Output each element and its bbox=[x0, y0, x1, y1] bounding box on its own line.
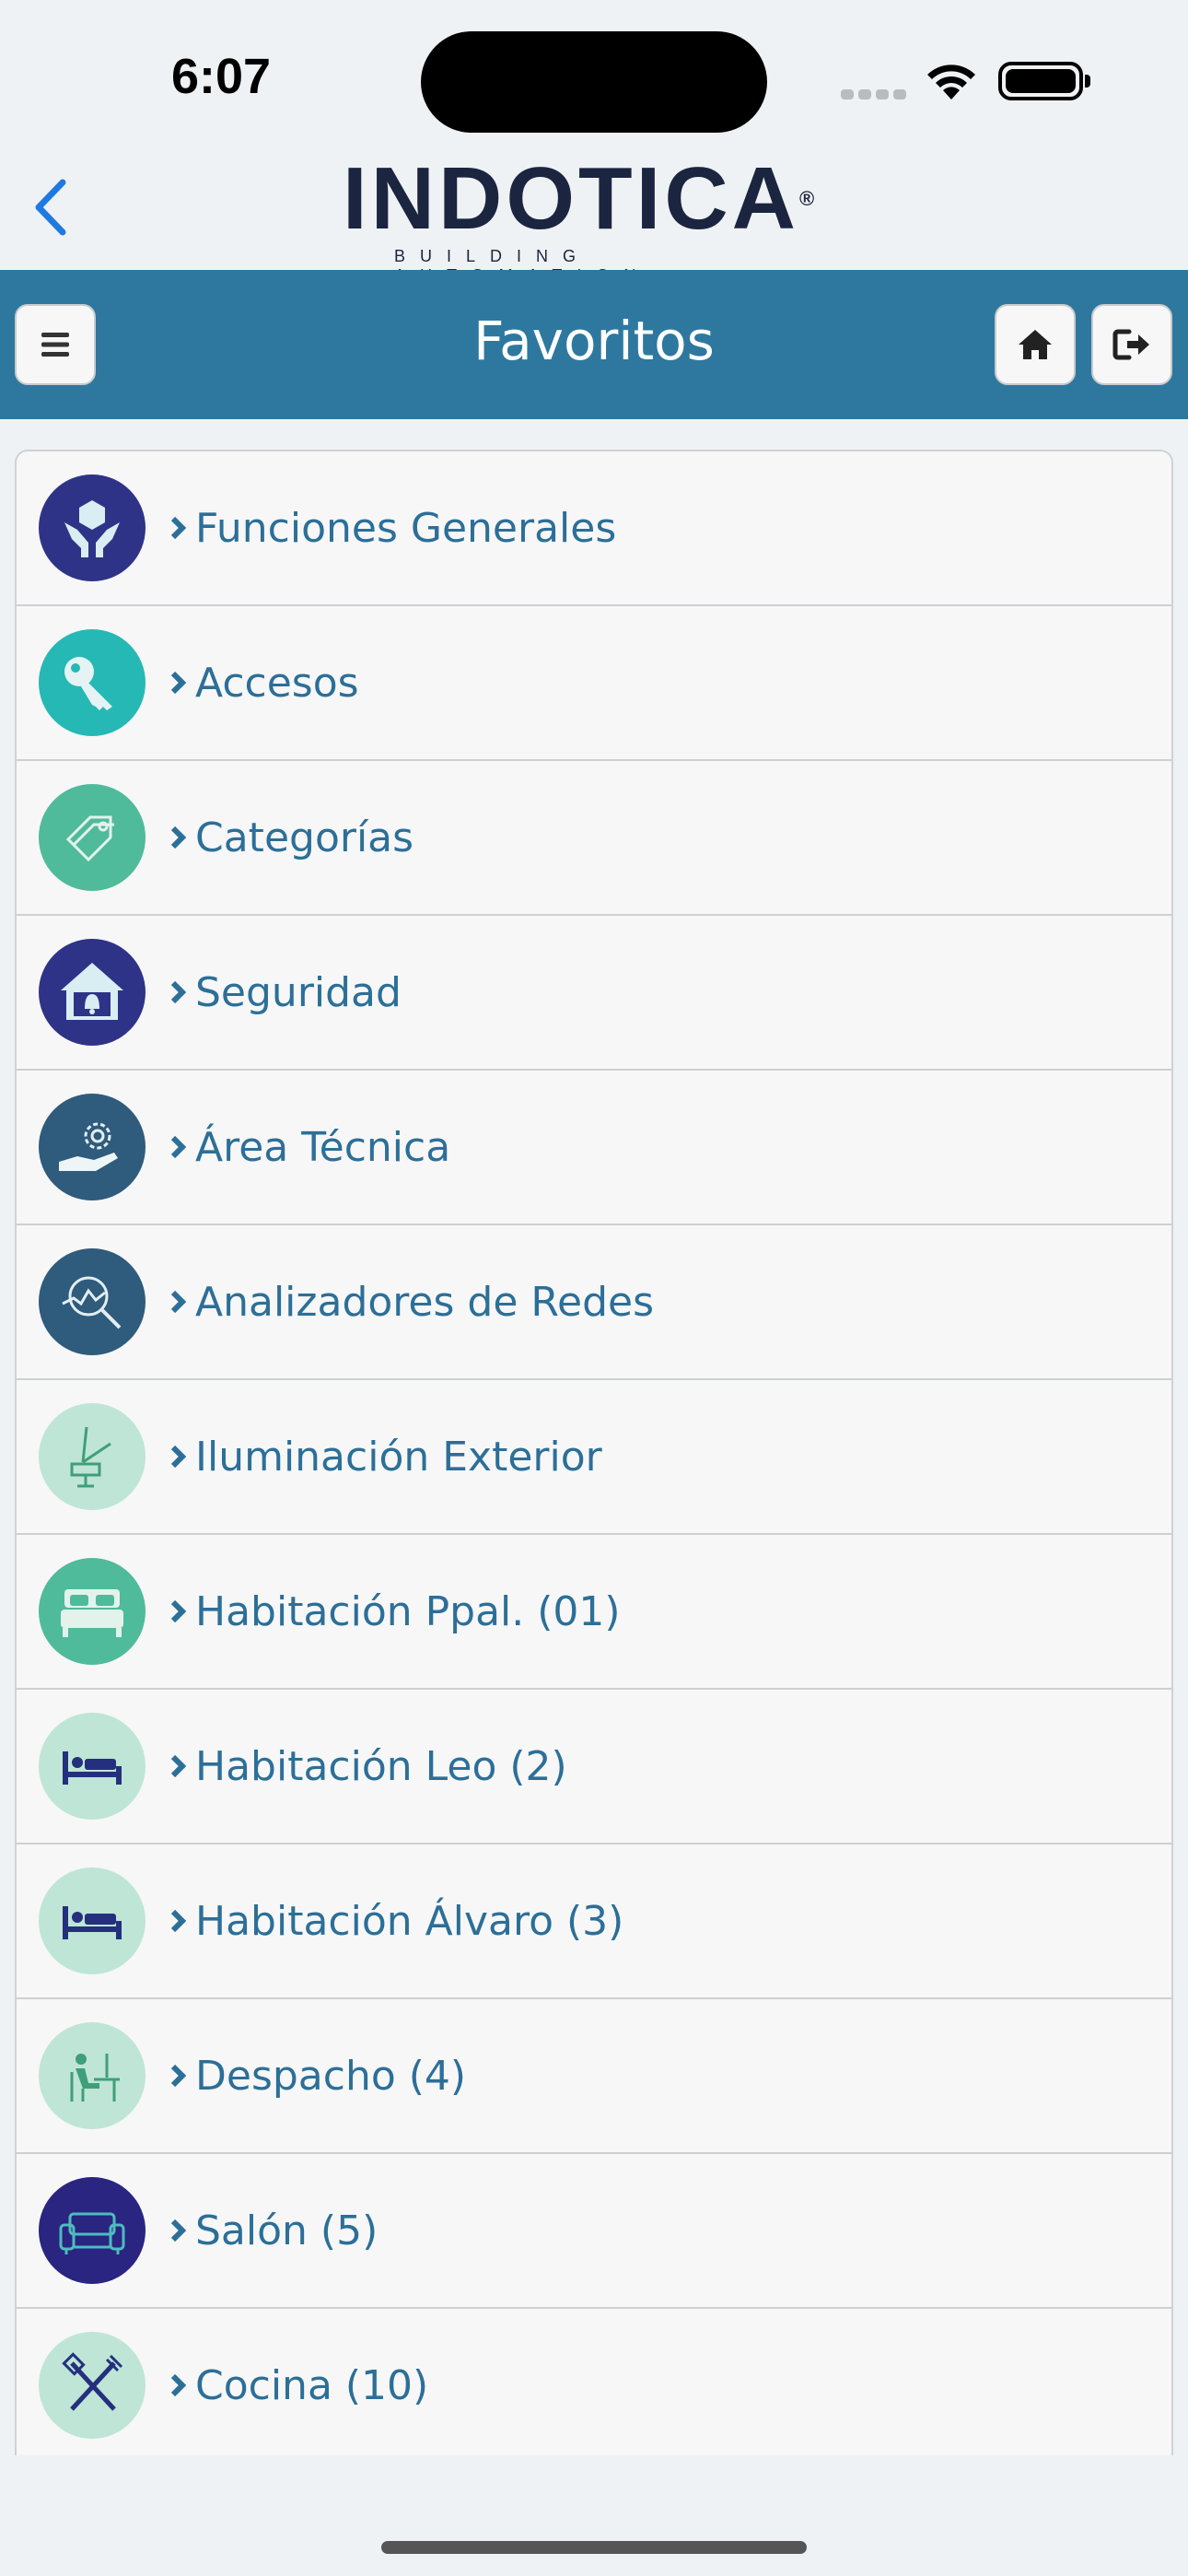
list-item-icon-circle bbox=[39, 784, 146, 891]
chevron-right-icon bbox=[170, 980, 186, 1004]
tags-icon bbox=[65, 815, 114, 862]
chevron-right-icon bbox=[170, 1754, 186, 1778]
list-item-label: Iluminación Exterior bbox=[195, 1433, 602, 1481]
list-item-label: Funciones Generales bbox=[195, 504, 617, 552]
house-bell-icon bbox=[61, 963, 123, 1020]
chevron-right-icon bbox=[170, 1909, 186, 1933]
list-item-habitacion-leo[interactable]: Habitación Leo (2) bbox=[17, 1690, 1171, 1844]
list-item-label: Habitación Ppal. (01) bbox=[195, 1587, 621, 1635]
list-item-accesos[interactable]: Accesos bbox=[17, 606, 1171, 761]
list-item-icon-circle bbox=[39, 474, 146, 581]
wifi-icon bbox=[927, 64, 975, 100]
list-item-label: Accesos bbox=[195, 659, 359, 707]
chevron-right-icon bbox=[170, 1445, 186, 1469]
chevron-right-icon bbox=[170, 2219, 186, 2242]
list-item-funciones-generales[interactable]: Funciones Generales bbox=[17, 451, 1171, 606]
logout-button[interactable] bbox=[1091, 304, 1172, 385]
favorites-list: Funciones Generales Accesos Categorías S… bbox=[15, 450, 1173, 2455]
logo-registered-mark: ® bbox=[798, 187, 819, 210]
chevron-right-icon bbox=[170, 1135, 186, 1159]
gear-hand-icon bbox=[59, 1122, 118, 1171]
key-icon bbox=[64, 657, 112, 710]
list-item-icon-circle bbox=[39, 1558, 146, 1665]
chevron-right-icon bbox=[170, 2064, 186, 2088]
home-indicator[interactable] bbox=[381, 2541, 807, 2554]
office-desk-icon bbox=[70, 2054, 120, 2102]
battery-icon bbox=[998, 62, 1090, 100]
chevron-right-icon bbox=[170, 1290, 186, 1314]
chevron-right-icon bbox=[170, 671, 186, 695]
list-item-icon-circle bbox=[39, 1713, 146, 1820]
list-item-categorias[interactable]: Categorías bbox=[17, 761, 1171, 916]
list-item-habitacion-alvaro[interactable]: Habitación Álvaro (3) bbox=[17, 1844, 1171, 1999]
cellular-signal-icon bbox=[841, 86, 911, 103]
list-item-label: Analizadores de Redes bbox=[195, 1278, 654, 1326]
home-icon bbox=[1019, 330, 1052, 359]
sofa-icon bbox=[59, 2212, 125, 2254]
list-item-label: Categorías bbox=[195, 814, 414, 861]
hands-hexagon-icon bbox=[64, 500, 120, 557]
list-item-despacho[interactable]: Despacho (4) bbox=[17, 1999, 1171, 2154]
garden-lamp-icon bbox=[70, 1426, 111, 1488]
list-item-icon-circle bbox=[39, 1868, 146, 1974]
list-item-seguridad[interactable]: Seguridad bbox=[17, 916, 1171, 1071]
dynamic-island bbox=[421, 31, 767, 133]
list-item-label: Seguridad bbox=[195, 968, 402, 1016]
list-item-label: Despacho (4) bbox=[195, 2052, 467, 2100]
list-item-icon-circle bbox=[39, 1403, 146, 1510]
status-time: 6:07 bbox=[171, 49, 272, 104]
chevron-right-icon bbox=[170, 825, 186, 849]
list-item-iluminacion-exterior[interactable]: Iluminación Exterior bbox=[17, 1380, 1171, 1535]
logout-icon bbox=[1112, 329, 1149, 360]
list-item-label: Salón (5) bbox=[195, 2207, 379, 2254]
list-item-label: Habitación Leo (2) bbox=[195, 1742, 567, 1790]
magnifier-chart-icon bbox=[62, 1276, 122, 1329]
status-bar: 6:07 bbox=[0, 0, 1188, 138]
list-item-icon-circle bbox=[39, 2332, 146, 2439]
list-item-icon-circle bbox=[39, 939, 146, 1046]
chevron-right-icon bbox=[170, 516, 186, 540]
logo-text: INDOTICA bbox=[343, 149, 799, 248]
list-item-icon-circle bbox=[39, 629, 146, 736]
list-item-label: Habitación Álvaro (3) bbox=[195, 1897, 624, 1945]
list-item-area-tecnica[interactable]: Área Técnica bbox=[17, 1071, 1171, 1225]
single-bed-icon bbox=[63, 1906, 122, 1939]
nav-bar: Favoritos bbox=[0, 270, 1188, 419]
list-item-analizadores-de-redes[interactable]: Analizadores de Redes bbox=[17, 1225, 1171, 1380]
home-button[interactable] bbox=[995, 304, 1076, 385]
list-item-label: Área Técnica bbox=[195, 1123, 451, 1171]
list-item-salon[interactable]: Salón (5) bbox=[17, 2154, 1171, 2309]
single-bed-icon bbox=[63, 1751, 122, 1785]
list-item-cocina[interactable]: Cocina (10) bbox=[17, 2309, 1171, 2455]
kitchen-utensils-icon bbox=[62, 2352, 123, 2411]
chevron-left-icon[interactable] bbox=[28, 175, 74, 240]
chevron-right-icon bbox=[170, 1599, 186, 1623]
list-item-icon-circle bbox=[39, 2177, 146, 2284]
brand-logo: INDOTICA® BUILDING AUTOMATION bbox=[343, 155, 851, 286]
double-bed-icon bbox=[61, 1589, 123, 1637]
chevron-right-icon bbox=[170, 2373, 186, 2397]
list-item-icon-circle bbox=[39, 1248, 146, 1355]
list-item-icon-circle bbox=[39, 2022, 146, 2129]
list-item-habitacion-ppal[interactable]: Habitación Ppal. (01) bbox=[17, 1535, 1171, 1690]
list-item-icon-circle bbox=[39, 1094, 146, 1200]
list-item-label: Cocina (10) bbox=[195, 2361, 429, 2409]
